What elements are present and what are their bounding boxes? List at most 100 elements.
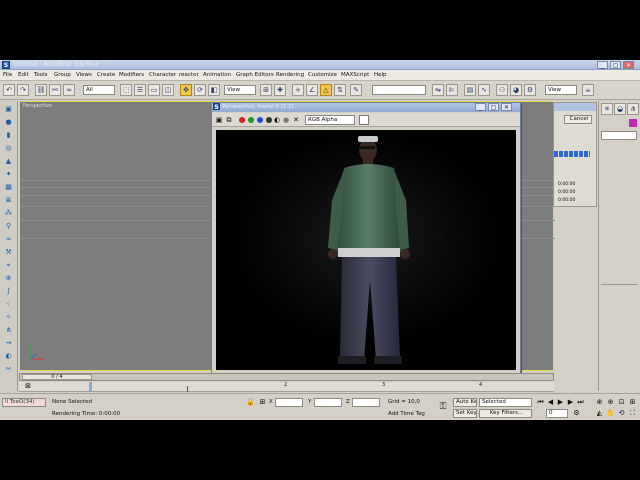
frame-minimize-button[interactable]: _ (475, 103, 486, 111)
hierarchy-icon[interactable]: ⋔ (3, 326, 14, 335)
spline-icon[interactable]: ∫ (3, 287, 14, 296)
menu-create[interactable]: Create (97, 72, 115, 78)
schematic-view-icon[interactable]: ⚇ (496, 84, 508, 96)
select-by-name-icon[interactable]: ☰ (134, 84, 146, 96)
maximize-button[interactable]: ▢ (610, 61, 621, 69)
mirror-icon[interactable]: ⇋ (432, 84, 444, 96)
minimize-button[interactable]: _ (597, 61, 608, 69)
y-coordinate-field[interactable] (314, 398, 342, 407)
selection-filter-dropdown[interactable]: All (83, 85, 115, 95)
manipulate-icon[interactable]: ✚ (274, 84, 286, 96)
time-configuration-icon[interactable]: ⚙ (572, 409, 581, 417)
render-setup-icon[interactable]: ⚙ (524, 84, 536, 96)
quick-render-icon[interactable]: ☕ (582, 84, 594, 96)
object-color-swatch[interactable] (629, 119, 637, 127)
select-and-move-icon[interactable]: ✥ (180, 84, 192, 96)
angle-snap-icon[interactable]: ∠ (306, 84, 318, 96)
pan-view-icon[interactable]: ✋ (606, 409, 615, 417)
zoom-extents-all-icon[interactable]: ⊞ (628, 398, 637, 406)
go-to-end-icon[interactable]: ⏭ (576, 398, 585, 406)
menu-help[interactable]: Help (374, 72, 387, 78)
redo-icon[interactable]: ↷ (17, 84, 29, 96)
z-coordinate-field[interactable] (352, 398, 380, 407)
reference-coordinate-dropdown[interactable]: View (224, 85, 256, 95)
helper-icon[interactable]: ✧ (3, 313, 14, 322)
select-and-rotate-icon[interactable]: ⟳ (194, 84, 206, 96)
mini-curve-editor-icon[interactable]: ⊠ (23, 382, 33, 390)
set-key-button[interactable]: Set Key (453, 409, 477, 418)
menu-animation[interactable]: Animation (203, 72, 231, 78)
viewport-label[interactable]: Perspective (23, 103, 52, 109)
alpha-channel-toggle[interactable] (266, 117, 272, 123)
undo-icon[interactable]: ↶ (3, 84, 15, 96)
save-image-icon[interactable]: ▣ (215, 116, 223, 124)
wrench-icon[interactable]: ⚒ (3, 248, 14, 257)
previous-frame-icon[interactable]: ◀ (546, 398, 555, 406)
menu-group[interactable]: Group (54, 72, 71, 78)
add-time-tag-button[interactable]: Add Time Tag (388, 411, 425, 417)
target-icon[interactable]: ⊕ (3, 274, 14, 283)
create-torus-icon[interactable]: ◎ (3, 144, 14, 153)
frame-close-button[interactable]: ✕ (501, 103, 512, 111)
current-frame-field[interactable]: 0 (546, 409, 568, 418)
select-and-scale-icon[interactable]: ◧ (208, 84, 220, 96)
array-icon[interactable]: ⁂ (3, 209, 14, 218)
lock-selection-icon[interactable]: 🔒 (246, 398, 255, 406)
arc-rotate-icon[interactable]: ⟲ (617, 409, 626, 417)
close-channel-icon[interactable]: ✕ (292, 116, 300, 124)
bind-to-space-warp-icon[interactable]: ≈ (63, 84, 75, 96)
auto-key-button[interactable]: Auto Key (453, 398, 477, 407)
red-channel-toggle[interactable] (239, 117, 245, 123)
utilities-icon[interactable]: ✂ (3, 365, 14, 374)
zoom-extents-icon[interactable]: ⊡ (617, 398, 626, 406)
align-icon[interactable]: ⊫ (446, 84, 458, 96)
channel-dropdown[interactable]: RGB Alpha (305, 115, 355, 125)
pivot-center-icon[interactable]: ⊞ (260, 84, 272, 96)
snaps-toggle-icon[interactable]: ⟡ (292, 84, 304, 96)
object-name-field[interactable] (601, 131, 637, 140)
bone-icon[interactable]: ⚲ (3, 222, 14, 231)
checker-icon[interactable]: ▦ (3, 183, 14, 192)
next-frame-icon[interactable]: ▶ (566, 398, 575, 406)
select-object-icon[interactable]: ⬚ (120, 84, 132, 96)
track-bar[interactable]: 2 3 4 (19, 382, 554, 392)
particle-icon[interactable]: ⁘ (3, 300, 14, 309)
menu-character[interactable]: Character (149, 72, 176, 78)
display-icon[interactable]: ◐ (3, 352, 14, 361)
frame-maximize-button[interactable]: ▢ (488, 103, 499, 111)
render-view-dropdown[interactable]: View (545, 85, 577, 95)
blue-channel-toggle[interactable] (257, 117, 263, 123)
create-box-icon[interactable]: ▣ (3, 105, 14, 114)
modify-tab-icon[interactable]: ◒ (614, 103, 626, 115)
menu-reactor[interactable]: reactor (179, 72, 199, 78)
motion-icon[interactable]: ⇝ (3, 339, 14, 348)
zoom-all-icon[interactable]: ⊕ (606, 398, 615, 406)
time-slider-thumb[interactable]: 0 / 4 (22, 374, 92, 380)
close-button[interactable]: ✕ (623, 61, 634, 69)
app-logo-icon[interactable]: S (2, 61, 10, 69)
play-icon[interactable]: ▶ (556, 398, 565, 406)
x-coordinate-field[interactable] (275, 398, 303, 407)
create-cone-icon[interactable]: ▲ (3, 157, 14, 166)
cancel-button[interactable]: Cancel (564, 115, 592, 124)
menu-modifiers[interactable]: Modifiers (119, 72, 144, 78)
window-crossing-icon[interactable]: ◫ (162, 84, 174, 96)
create-sphere-icon[interactable]: ● (3, 118, 14, 127)
spinner-snap-icon[interactable]: ⇅ (334, 84, 346, 96)
unlink-icon[interactable]: ⚯ (49, 84, 61, 96)
key-mode-dropdown[interactable]: Selected (479, 398, 532, 407)
menu-tools[interactable]: Tools (34, 72, 48, 78)
camera-icon[interactable]: ⌖ (3, 261, 14, 270)
zoom-icon[interactable]: ⊕ (595, 398, 604, 406)
menu-views[interactable]: Views (76, 72, 92, 78)
clone-frame-icon[interactable]: ⧉ (225, 116, 233, 124)
menu-graph-editors[interactable]: Graph Editors (236, 72, 274, 78)
absolute-mode-icon[interactable]: ⊞ (258, 398, 267, 406)
time-slider[interactable]: 0 / 4 (19, 373, 554, 381)
layer-manager-icon[interactable]: ▤ (464, 84, 476, 96)
link-icon[interactable]: ∞ (3, 235, 14, 244)
green-channel-toggle[interactable] (248, 117, 254, 123)
stack-icon[interactable]: ≣ (3, 196, 14, 205)
maxscript-listener-field[interactable]: ll ToeO(34) (2, 398, 46, 407)
key-filters-button[interactable]: Key Filters... (479, 409, 532, 418)
